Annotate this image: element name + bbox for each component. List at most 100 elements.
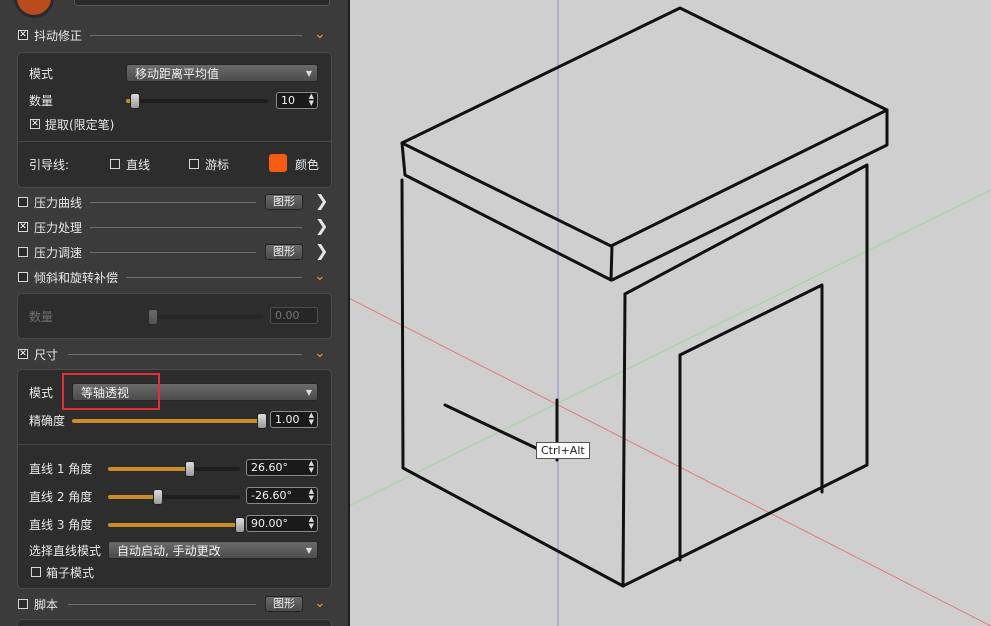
top-color-knob[interactable] bbox=[14, 0, 54, 18]
extract-checkbox[interactable] bbox=[30, 119, 40, 129]
slider-fill bbox=[72, 419, 262, 423]
chevron-right-icon[interactable]: ❯ bbox=[315, 193, 328, 209]
pressure-process-checkbox[interactable] bbox=[18, 222, 28, 232]
angle-slider[interactable] bbox=[108, 517, 245, 533]
spin-arrows-icon[interactable]: ▲ ▼ bbox=[309, 93, 314, 107]
shortcut-tooltip: Ctrl+Alt bbox=[536, 442, 590, 459]
chevron-down-icon[interactable]: ⌄ bbox=[314, 269, 326, 283]
divider bbox=[90, 252, 256, 253]
drawing-canvas[interactable]: Ctrl+Alt bbox=[350, 0, 991, 626]
slider-handle[interactable] bbox=[129, 93, 140, 109]
slider-fill bbox=[108, 495, 159, 499]
size-mode-label: 模式 bbox=[29, 386, 54, 400]
divider bbox=[90, 35, 302, 36]
stabilizer-mode-value: 移动距离平均值 bbox=[135, 67, 220, 81]
chevron-down-icon[interactable]: ⌄ bbox=[314, 346, 326, 360]
stabilizer-amount-label: 数量 bbox=[29, 94, 54, 108]
angle-slider[interactable] bbox=[108, 489, 240, 505]
select-mode-value: 自动启动, 手动更改 bbox=[117, 544, 221, 558]
select-mode-label: 选择直线模式 bbox=[29, 544, 102, 558]
angle-line-label: 直线 1 角度 bbox=[29, 462, 93, 476]
stabilizer-amount-slider[interactable] bbox=[126, 93, 268, 109]
tilt-checkbox[interactable] bbox=[18, 272, 28, 282]
stabilizer-amount-spinbox[interactable]: 10 ▲ ▼ bbox=[276, 92, 318, 109]
pressure-curve-title: 压力曲线 bbox=[34, 196, 83, 210]
size-group: 模式 等轴透视 ▼ 精确度 1.00 ▲ ▼ 直线 1 角度 26.60° ▲ ▼ 直线 2 … bbox=[17, 369, 332, 589]
divider bbox=[68, 354, 302, 355]
pressure-curve-graph-button[interactable]: 图形 bbox=[265, 194, 303, 210]
tilt-amount-slider[interactable] bbox=[148, 309, 263, 325]
stabilizer-checkbox[interactable] bbox=[18, 30, 28, 40]
tilt-title: 倾斜和旋转补偿 bbox=[34, 271, 119, 285]
chevron-down-icon[interactable]: ⌄ bbox=[314, 596, 326, 610]
spin-arrows-icon[interactable]: ▲ ▼ bbox=[309, 488, 314, 502]
stabilizer-amount-value: 10 bbox=[281, 94, 295, 107]
box-mode-label: 箱子模式 bbox=[46, 566, 95, 580]
angle-line-label: 直线 2 角度 bbox=[29, 490, 93, 504]
stabilizer-title: 抖动修正 bbox=[34, 29, 83, 43]
spin-arrows-icon[interactable]: ▲ ▼ bbox=[309, 412, 314, 426]
dropdown-arrow-icon: ▼ bbox=[305, 546, 312, 555]
size-title: 尺寸 bbox=[34, 348, 59, 362]
divider bbox=[18, 141, 331, 142]
angle-spinbox[interactable]: 90.00° ▲ ▼ bbox=[246, 515, 318, 532]
divider bbox=[90, 227, 302, 228]
slider-handle[interactable] bbox=[235, 517, 245, 533]
cursor-checkbox[interactable] bbox=[189, 159, 199, 169]
angle-value: 26.60° bbox=[251, 461, 288, 474]
extract-label: 提取(限定笔) bbox=[45, 118, 115, 132]
pressure-speed-graph-button[interactable]: 图形 bbox=[265, 244, 303, 260]
select-mode-dropdown[interactable]: 自动启动, 手动更改 ▼ bbox=[108, 541, 318, 559]
stabilizer-mode-label: 模式 bbox=[29, 67, 54, 81]
angle-line-label: 直线 3 角度 bbox=[29, 518, 93, 532]
chevron-down-icon[interactable]: ⌄ bbox=[314, 27, 326, 41]
slider-handle[interactable] bbox=[184, 461, 195, 477]
guide-color-swatch[interactable] bbox=[269, 154, 287, 172]
script-graph-button[interactable]: 图形 bbox=[265, 596, 303, 612]
slider-handle[interactable] bbox=[257, 413, 267, 429]
stabilizer-group: 模式 移动距离平均值 ▼ 数量 10 ▲▼ 提取(限定笔) 引导线: 直线 游标 颜… bbox=[17, 52, 332, 188]
angle-spinbox[interactable]: -26.60° ▲ ▼ bbox=[246, 487, 318, 504]
angle-value: 90.00° bbox=[251, 517, 288, 530]
cursor-label: 游标 bbox=[205, 158, 230, 172]
pressure-process-title: 压力处理 bbox=[34, 221, 83, 235]
chevron-right-icon[interactable]: ❯ bbox=[315, 218, 328, 234]
guide-label: 引导线: bbox=[29, 158, 70, 172]
canvas-drawing bbox=[350, 0, 991, 626]
divider bbox=[68, 604, 256, 605]
tilt-group: 数量 0.00 bbox=[17, 293, 332, 339]
highlight-box bbox=[62, 373, 160, 410]
script-checkbox[interactable] bbox=[18, 599, 28, 609]
top-bar bbox=[74, 0, 330, 6]
tool-settings-panel: 抖动修正 ⌄ 模式 移动距离平均值 ▼ 数量 10 ▲▼ 提取(限定笔) 引导线: … bbox=[0, 0, 350, 626]
chevron-right-icon[interactable]: ❯ bbox=[315, 243, 328, 259]
spin-arrows-icon[interactable]: ▲ ▼ bbox=[309, 460, 314, 474]
guide-line-green bbox=[350, 189, 991, 506]
divider bbox=[90, 202, 256, 203]
pressure-speed-checkbox[interactable] bbox=[18, 247, 28, 257]
divider bbox=[18, 444, 331, 445]
color-label: 颜色 bbox=[295, 158, 320, 172]
script-group bbox=[17, 619, 332, 626]
precision-spinbox[interactable]: 1.00 ▲ ▼ bbox=[270, 411, 318, 428]
slider-handle[interactable] bbox=[153, 489, 164, 505]
slider-fill bbox=[108, 467, 190, 471]
tilt-amount-value: 0.00 bbox=[275, 309, 300, 322]
pressure-curve-checkbox[interactable] bbox=[18, 197, 28, 207]
precision-label: 精确度 bbox=[29, 414, 66, 428]
size-checkbox[interactable] bbox=[18, 349, 28, 359]
tilt-amount-spinbox[interactable]: 0.00 bbox=[270, 307, 318, 324]
dropdown-arrow-icon: ▼ bbox=[305, 388, 312, 397]
precision-slider[interactable] bbox=[72, 413, 267, 429]
stabilizer-mode-dropdown[interactable]: 移动距离平均值 ▼ bbox=[126, 64, 318, 82]
angle-spinbox[interactable]: 26.60° ▲ ▼ bbox=[246, 459, 318, 476]
spin-arrows-icon[interactable]: ▲ ▼ bbox=[309, 516, 314, 530]
divider bbox=[126, 277, 302, 278]
angle-slider[interactable] bbox=[108, 461, 240, 477]
angle-value: -26.60° bbox=[251, 489, 292, 502]
line-checkbox[interactable] bbox=[110, 159, 120, 169]
slider-handle[interactable] bbox=[148, 309, 158, 325]
pressure-speed-title: 压力调速 bbox=[34, 246, 83, 260]
box-mode-checkbox[interactable] bbox=[31, 567, 41, 577]
slider-fill bbox=[108, 523, 240, 527]
